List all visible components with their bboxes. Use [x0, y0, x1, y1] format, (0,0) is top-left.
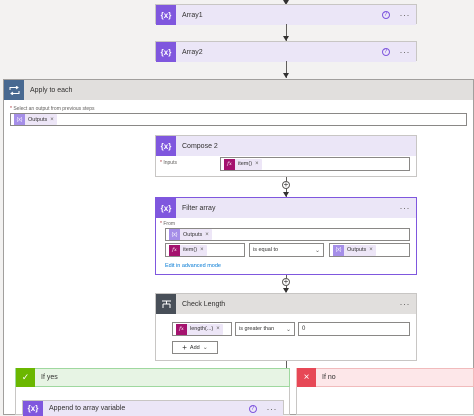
remove-token-icon[interactable]: × [255, 161, 259, 167]
check-left-field[interactable]: fx length(...) × [172, 322, 232, 336]
array2-card[interactable]: {x} Array2 ? ··· [155, 41, 417, 62]
expression-icon: fx [169, 244, 180, 256]
check-icon: ✓ [16, 368, 35, 387]
inputs-label: * Inputs [160, 160, 177, 166]
variable-icon: {x} [156, 42, 176, 62]
more-options-icon[interactable]: ··· [400, 47, 411, 57]
array1-header[interactable]: {x} Array1 ? ··· [156, 5, 416, 25]
compose-icon: {x} [156, 136, 176, 156]
more-options-icon[interactable]: ··· [400, 203, 411, 213]
expression-icon: fx [176, 323, 187, 335]
select-output-label: * Select an output from previous steps [10, 106, 95, 112]
check-value-input[interactable]: 0 [298, 322, 410, 336]
token-label: Outputs [28, 116, 48, 123]
remove-token-icon[interactable]: × [369, 247, 373, 253]
remove-token-icon[interactable]: × [216, 326, 220, 332]
inputs-field[interactable]: fx item() × [220, 157, 410, 171]
remove-token-icon[interactable]: × [205, 232, 209, 238]
chevron-down-icon: ⌄ [285, 326, 291, 333]
operator-value: is greater than [239, 326, 275, 332]
arrow-down-icon [283, 73, 289, 78]
more-options-icon[interactable]: ··· [400, 299, 411, 309]
add-label: Add [189, 344, 200, 351]
variable-icon: {x} [169, 229, 180, 240]
array2-header[interactable]: {x} Array2 ? ··· [156, 42, 416, 62]
filter-icon: {x} [156, 198, 176, 218]
if-no-header[interactable]: × If no [296, 368, 474, 387]
insert-step-icon[interactable]: + [282, 181, 290, 189]
array2-title: Array2 [182, 48, 203, 56]
expression-icon: fx [224, 158, 235, 170]
token-label: item() [238, 161, 253, 167]
help-icon[interactable]: ? [381, 11, 390, 19]
insert-step-icon[interactable]: + [282, 278, 290, 286]
if-no-label: If no [322, 374, 336, 381]
close-icon: × [297, 368, 316, 387]
token-label: Outputs [183, 231, 203, 238]
condition-left-field[interactable]: fx item() × [165, 243, 245, 257]
help-icon[interactable]: ? [248, 404, 257, 413]
variable-icon: {x} [14, 114, 25, 125]
token-label: item() [183, 247, 198, 253]
help-icon[interactable]: ? [381, 48, 390, 56]
array1-card[interactable]: {x} Array1 ? ··· [155, 4, 417, 25]
add-button[interactable]: + Add ⌄ [172, 341, 218, 354]
from-label: * From [160, 221, 176, 227]
remove-token-icon[interactable]: × [200, 247, 204, 253]
more-options-icon[interactable]: ··· [267, 404, 278, 414]
condition-icon [156, 294, 176, 314]
remove-token-icon[interactable]: × [50, 117, 54, 123]
chevron-down-icon: ⌄ [314, 247, 320, 254]
if-yes-header[interactable]: ✓ If yes [15, 368, 290, 387]
connector-line [286, 361, 287, 368]
length-token[interactable]: fx length(...) × [176, 323, 223, 335]
compose2-title: Compose 2 [182, 142, 218, 150]
item-token[interactable]: fx item() × [169, 244, 207, 256]
filter-array-title: Filter array [182, 204, 216, 212]
apply-to-each-header[interactable]: Apply to each [4, 80, 473, 100]
token-label: length(...) [190, 326, 214, 332]
outputs-token[interactable]: {x} Outputs × [169, 229, 212, 240]
loop-icon [4, 80, 24, 100]
append-array-card[interactable]: {x} Append to array variable ? ··· [22, 400, 284, 416]
variable-icon: {x} [23, 401, 43, 416]
plus-icon: + [182, 343, 187, 352]
variable-icon: {x} [156, 5, 176, 25]
filter-array-header[interactable]: {x} Filter array ··· [156, 198, 416, 218]
edit-advanced-mode-link[interactable]: Edit in advanced mode [165, 263, 221, 269]
outputs-token[interactable]: {x} Outputs × [333, 244, 376, 256]
check-operator-select[interactable]: is greater than ⌄ [235, 322, 295, 336]
variable-icon: {x} [333, 244, 344, 256]
from-field[interactable]: {x} Outputs × [165, 228, 410, 241]
check-length-header[interactable]: Check Length ··· [156, 294, 416, 314]
condition-right-field[interactable]: {x} Outputs × [329, 243, 410, 257]
append-array-title: Append to array variable [49, 405, 126, 412]
more-options-icon[interactable]: ··· [400, 10, 411, 20]
token-label: Outputs [347, 247, 367, 253]
apply-to-each-title: Apply to each [30, 86, 73, 94]
item-token[interactable]: fx item() × [224, 158, 262, 170]
if-yes-label: If yes [41, 374, 58, 381]
check-length-title: Check Length [182, 300, 226, 308]
chevron-down-icon: ⌄ [202, 345, 208, 351]
operator-value: is equal to [253, 247, 279, 253]
value-text: 0 [302, 326, 306, 332]
operator-select[interactable]: is equal to ⌄ [249, 243, 324, 257]
append-array-header[interactable]: {x} Append to array variable ? ··· [23, 401, 283, 416]
select-output-input[interactable]: {x} Outputs × [10, 113, 467, 126]
compose2-header[interactable]: {x} Compose 2 [156, 136, 416, 156]
outputs-token[interactable]: {x} Outputs × [14, 114, 57, 125]
array1-title: Array1 [182, 11, 203, 19]
